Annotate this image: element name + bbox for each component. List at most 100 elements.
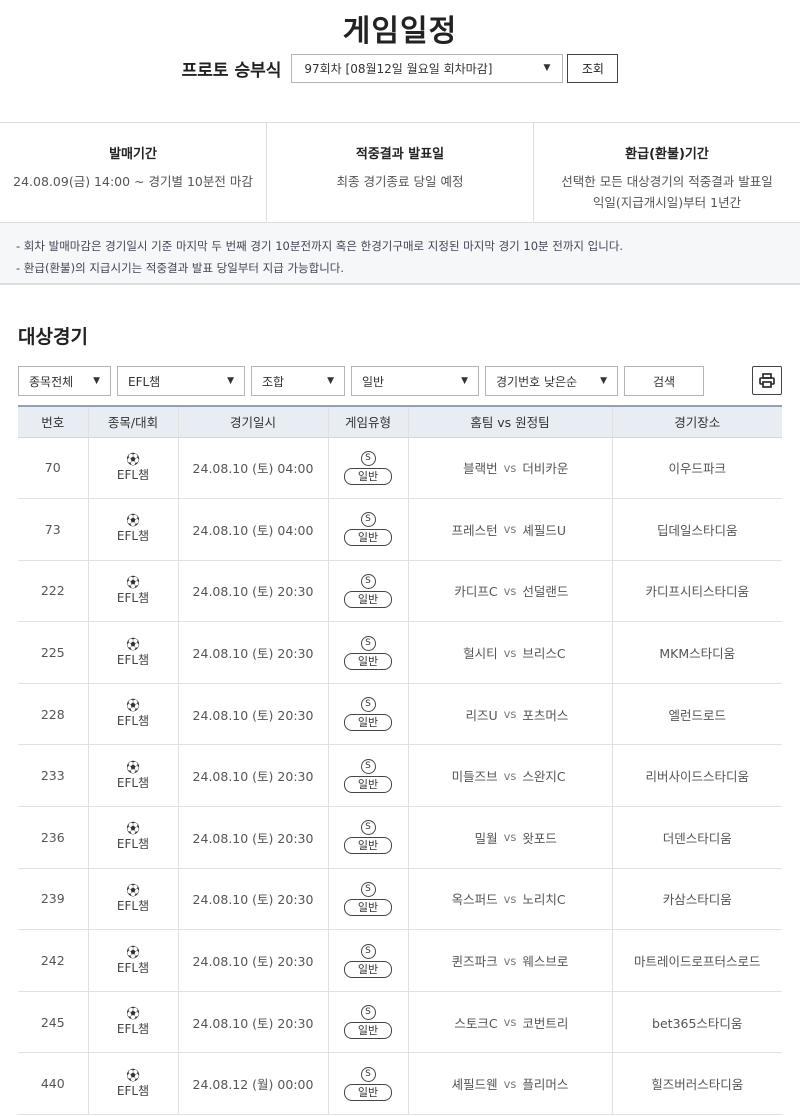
table-row[interactable]: 222 ⚽︎ EFL챔 24.08.10 (토) 20:30 S 일반 카디프C vs 선덜랜드… [18, 560, 782, 623]
league-name: EFL챔 [116, 960, 150, 975]
search-button[interactable]: 검색 [624, 366, 704, 396]
sport-league-cell: ⚽︎ EFL챔 [87, 621, 178, 684]
venue: 힐즈버러스타디움 [611, 1052, 782, 1116]
league-name: EFL챔 [116, 1083, 150, 1098]
away-team: 웨스브로 [522, 954, 569, 970]
table-row[interactable]: 70 ⚽︎ EFL챔 24.08.10 (토) 04:00 S 일반 블랙번 vs 더비카운 이우… [18, 437, 782, 500]
vs-label: vs [503, 583, 517, 598]
soccer-ball-icon: ⚽︎ [126, 637, 140, 653]
table-row[interactable]: 245 ⚽︎ EFL챔 24.08.10 (토) 20:30 S 일반 스토크C vs 코번트리… [18, 991, 782, 1054]
chevron-down-icon: ▼ [327, 376, 334, 386]
away-team: 더비카운 [522, 461, 569, 477]
col-header-venue: 경기장소 [611, 405, 782, 438]
sport-league-cell: ⚽︎ EFL챔 [87, 806, 178, 869]
games-table: 번호 종목/대회 경기일시 게임유형 홈팀 vs 원정팀 경기장소 70 ⚽︎ EF… [18, 405, 782, 1116]
game-type-badge: 일반 [344, 960, 392, 978]
venue: 마트레이드로프터스로드 [611, 929, 782, 992]
bet-kind-select[interactable]: 조합 ▼ [251, 366, 345, 396]
game-type-badge: 일반 [344, 714, 392, 732]
away-team: 셰필드U [522, 522, 567, 538]
match-cell: 리즈U vs 포츠머스 [407, 683, 612, 746]
game-type-badge: 일반 [344, 898, 392, 916]
s-circle-icon: S [360, 820, 376, 836]
chevron-down-icon: ▼ [461, 376, 468, 386]
vs-label: vs [503, 1076, 517, 1091]
notice-box: - 회차 발매마감은 경기일시 기준 마지막 두 번째 경기 10분전까지 혹은… [0, 223, 800, 285]
table-row[interactable]: 236 ⚽︎ EFL챔 24.08.10 (토) 20:30 S 일반 밀월 vs 왓포드 더덴스… [18, 806, 782, 869]
league-name: EFL챔 [116, 529, 150, 544]
table-row[interactable]: 239 ⚽︎ EFL챔 24.08.10 (토) 20:30 S 일반 옥스퍼드 vs 노리치C… [18, 868, 782, 931]
home-team: 카디프C [454, 584, 498, 600]
page-title: 게임일정 [342, 14, 458, 49]
s-circle-icon: S [360, 450, 376, 466]
game-number: 242 [18, 929, 88, 992]
game-number: 440 [18, 1052, 88, 1116]
soccer-ball-icon: ⚽︎ [126, 575, 140, 591]
round-search-button[interactable]: 조회 [567, 53, 619, 83]
home-team: 리즈U [465, 707, 498, 723]
game-kind-select[interactable]: 일반 ▼ [351, 366, 479, 396]
round-label: 프로토 승부식 [181, 60, 282, 81]
table-row[interactable]: 73 ⚽︎ EFL챔 24.08.10 (토) 04:00 S 일반 프레스턴 vs 셰필드U 딥… [18, 498, 782, 561]
info-title: 발매기간 [109, 147, 157, 162]
table-row[interactable]: 228 ⚽︎ EFL챔 24.08.10 (토) 20:30 S 일반 리즈U vs 포츠머스 엘… [18, 683, 782, 746]
game-type-cell: S 일반 [327, 868, 408, 931]
game-number: 225 [18, 621, 88, 684]
match-cell: 밀월 vs 왓포드 [407, 806, 612, 869]
vs-label: vs [503, 645, 517, 660]
vs-label: vs [503, 522, 517, 537]
home-team: 헐시티 [463, 646, 498, 662]
table-row[interactable]: 233 ⚽︎ EFL챔 24.08.10 (토) 20:30 S 일반 미들즈브 vs 스완지C… [18, 744, 782, 808]
game-type-badge: 일반 [344, 652, 392, 670]
game-type-badge: 일반 [344, 837, 392, 855]
league-name: EFL챔 [116, 837, 150, 852]
venue: 카삼스타디움 [611, 868, 782, 931]
sport-filter-select[interactable]: 종목전체 ▼ [18, 366, 111, 396]
league-name: EFL챔 [116, 652, 150, 667]
print-button[interactable] [752, 366, 782, 395]
venue: 더덴스타디움 [611, 806, 782, 869]
soccer-ball-icon: ⚽︎ [126, 760, 140, 776]
col-header-league: 종목/대회 [87, 405, 178, 438]
league-name: EFL챔 [116, 898, 150, 913]
table-row[interactable]: 225 ⚽︎ EFL챔 24.08.10 (토) 20:30 S 일반 헐시티 vs 브리스C M… [18, 621, 782, 684]
s-circle-icon: S [360, 635, 376, 651]
game-number: 222 [18, 560, 88, 623]
game-type-cell: S 일반 [327, 991, 408, 1054]
venue: 리버사이드스타디움 [611, 744, 782, 808]
table-row[interactable]: 440 ⚽︎ EFL챔 24.08.12 (월) 00:00 S 일반 셰필드웬 vs 플리머스… [18, 1052, 782, 1116]
match-cell: 카디프C vs 선덜랜드 [407, 560, 612, 623]
s-circle-icon: S [360, 1005, 376, 1021]
vs-label: vs [503, 953, 517, 968]
game-type-badge: 일반 [344, 529, 392, 547]
league-filter-value: EFL챔 [128, 374, 161, 389]
away-team: 선덜랜드 [522, 584, 569, 600]
vs-label: vs [503, 460, 517, 475]
sport-league-cell: ⚽︎ EFL챔 [87, 560, 178, 623]
info-text: 익일(지급개시일)부터 1년간 [592, 195, 742, 210]
info-title: 적중결과 발표일 [355, 147, 445, 162]
game-type-cell: S 일반 [327, 744, 408, 808]
league-filter-select[interactable]: EFL챔 ▼ [117, 366, 245, 396]
game-datetime: 24.08.10 (토) 20:30 [177, 806, 328, 869]
game-type-cell: S 일반 [327, 683, 408, 746]
home-team: 밀월 [474, 830, 498, 846]
soccer-ball-icon: ⚽︎ [126, 452, 140, 468]
venue: 엘런드로드 [611, 683, 782, 746]
sort-select[interactable]: 경기번호 낮은순 ▼ [485, 366, 618, 396]
game-datetime: 24.08.10 (토) 20:30 [177, 929, 328, 992]
sale-info-box: 발매기간 24.08.09(금) 14:00 ~ 경기별 10분전 마감 적중결… [0, 122, 800, 223]
game-datetime: 24.08.10 (토) 04:00 [177, 498, 328, 561]
sport-league-cell: ⚽︎ EFL챔 [87, 929, 178, 992]
soccer-ball-icon: ⚽︎ [126, 699, 140, 715]
away-team: 노리치C [522, 892, 566, 908]
soccer-ball-icon: ⚽︎ [126, 945, 140, 961]
s-circle-icon: S [360, 1066, 376, 1082]
away-team: 플리머스 [522, 1077, 569, 1093]
round-select[interactable]: 97회차 [08월12일 월요일 회차마감] ▼ [291, 53, 564, 83]
sport-league-cell: ⚽︎ EFL챔 [87, 991, 178, 1054]
venue: MKM스타디움 [611, 621, 782, 684]
table-row[interactable]: 242 ⚽︎ EFL챔 24.08.10 (토) 20:30 S 일반 퀸즈파크 vs 웨스브로… [18, 929, 782, 992]
s-circle-icon: S [360, 758, 376, 774]
game-number: 233 [18, 744, 88, 808]
